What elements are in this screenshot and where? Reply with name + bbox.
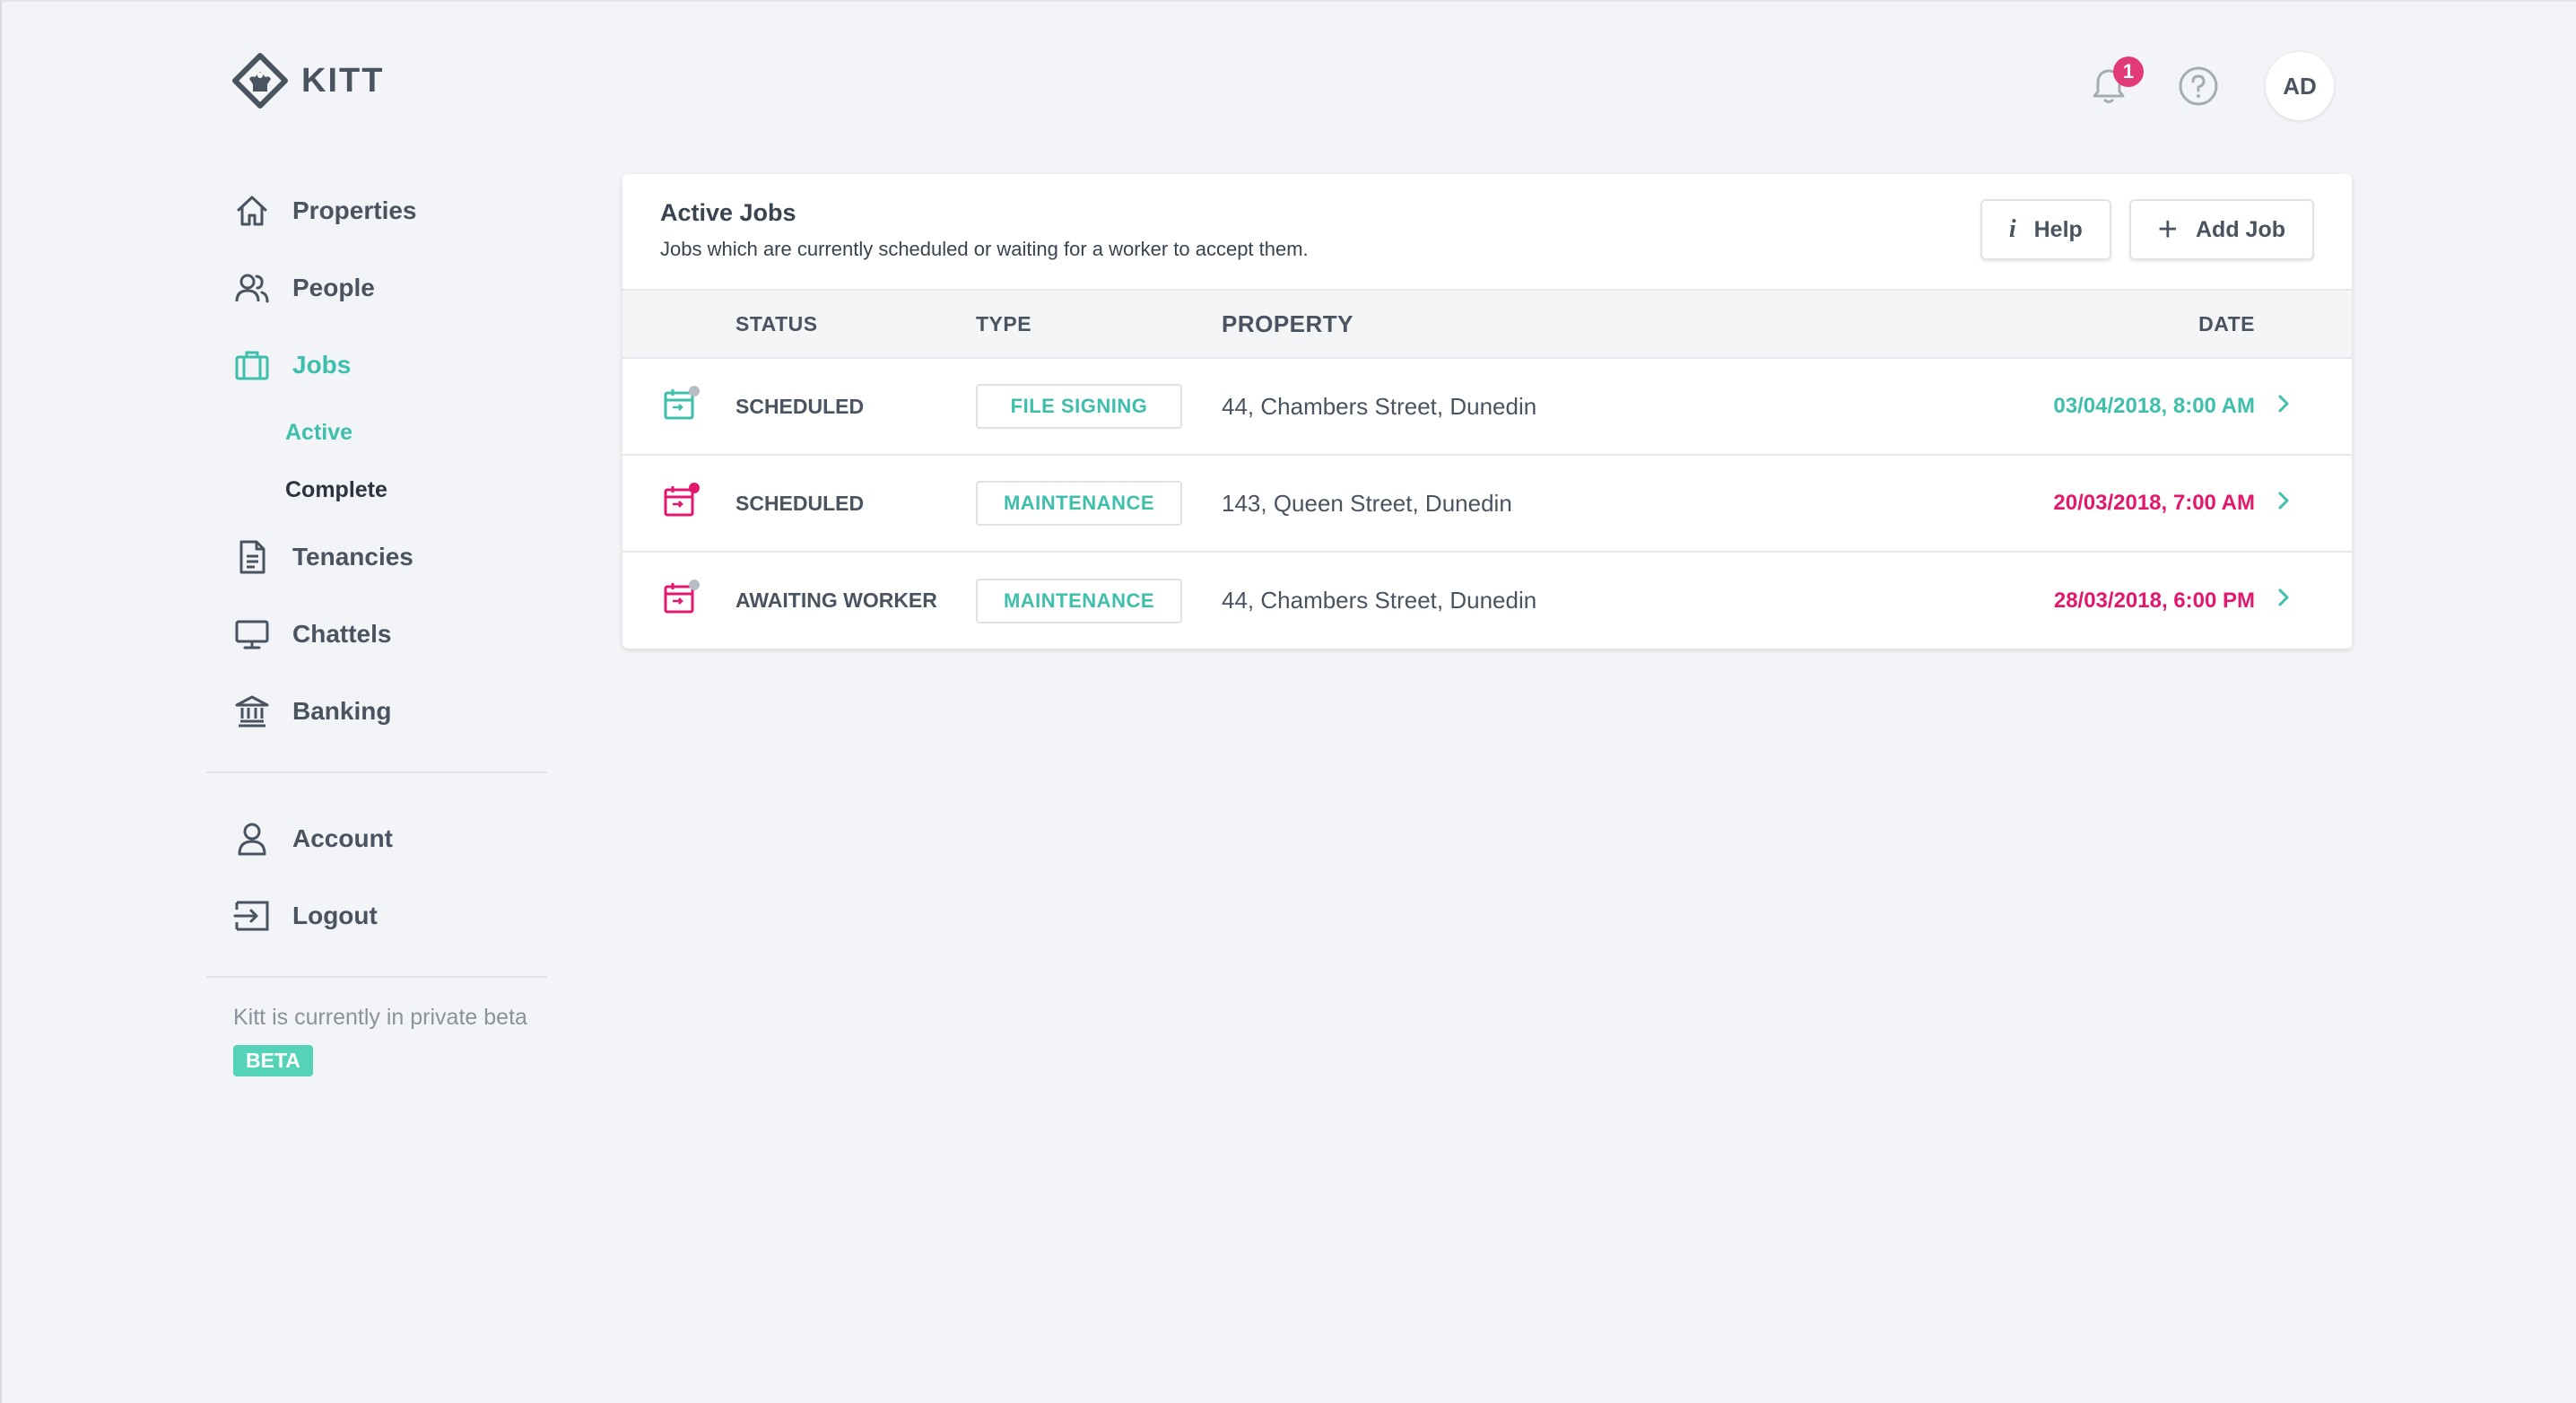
sidebar-item-jobs[interactable]: Jobs	[206, 327, 547, 404]
document-icon	[239, 540, 265, 574]
sidebar-item-label: Logout	[292, 902, 378, 929]
home-icon	[237, 196, 267, 226]
sidebar-item-label: Chattels	[292, 620, 392, 648]
sidebar-divider	[206, 976, 547, 978]
briefcase-icon	[235, 351, 269, 380]
kitt-logo-icon	[232, 53, 288, 109]
job-status: AWAITING WORKER	[735, 588, 937, 612]
calendar-icon	[664, 580, 700, 614]
add-job-button-label: Add Job	[2196, 216, 2285, 242]
bank-icon	[235, 695, 269, 728]
chevron-right-icon[interactable]	[2273, 587, 2294, 608]
help-button[interactable]: i Help	[1980, 199, 2111, 260]
sidebar-item-tenancies[interactable]: Tenancies	[206, 518, 547, 596]
job-property: 44, Chambers Street, Dunedin	[1222, 392, 1537, 420]
sidebar-item-account[interactable]: Account	[206, 800, 547, 877]
calendar-icon	[664, 385, 700, 419]
job-date: 20/03/2018, 7:00 AM	[2053, 491, 2255, 515]
sidebar-item-label: Banking	[292, 697, 392, 725]
logo[interactable]: KITT	[231, 52, 384, 109]
active-jobs-card: Active Jobs Jobs which are currently sch…	[622, 174, 2352, 649]
card-actions: i Help + Add Job	[1980, 199, 2314, 260]
chevron-right-icon[interactable]	[2273, 490, 2294, 511]
people-icon	[235, 274, 269, 303]
plus-icon: +	[2157, 211, 2178, 248]
table-row[interactable]: AWAITING WORKER MAINTENANCE 44, Chambers…	[622, 552, 2352, 649]
sidebar-item-properties[interactable]: Properties	[206, 172, 547, 249]
user-avatar[interactable]: AD	[2266, 52, 2334, 120]
header-date: DATE	[2198, 311, 2255, 336]
header-status: STATUS	[735, 311, 818, 336]
sidebar-subitem-active[interactable]: Active	[206, 404, 547, 461]
job-status: SCHEDULED	[735, 491, 865, 515]
top-bar-actions: 1 AD	[2086, 52, 2334, 120]
add-job-button[interactable]: + Add Job	[2128, 199, 2314, 260]
notification-badge: 1	[2113, 57, 2144, 87]
app-name: KITT	[301, 61, 385, 100]
logout-icon	[233, 901, 269, 931]
table-row[interactable]: SCHEDULED FILE SIGNING 44, Chambers Stre…	[622, 358, 2352, 455]
help-circle-icon[interactable]	[2178, 65, 2219, 107]
sidebar-item-people[interactable]: People	[206, 249, 547, 327]
user-icon	[238, 823, 266, 856]
chevron-right-icon[interactable]	[2273, 393, 2294, 414]
header-icon-col	[622, 290, 735, 358]
job-type-tag: MAINTENANCE	[976, 481, 1182, 526]
help-button-label: Help	[2033, 216, 2083, 242]
sidebar-subitem-complete[interactable]: Complete	[206, 461, 547, 518]
job-date: 28/03/2018, 6:00 PM	[2053, 588, 2255, 613]
table-header-row: STATUS TYPE PROPERTY DATE	[622, 290, 2352, 358]
job-status: SCHEDULED	[735, 394, 865, 418]
header-type: TYPE	[976, 311, 1032, 336]
sidebar-item-banking[interactable]: Banking	[206, 673, 547, 750]
app-window: KITT 1 AD Properties People Jobs Active …	[0, 0, 2576, 1403]
sidebar-item-label: People	[292, 274, 375, 301]
monitor-icon	[235, 620, 269, 649]
job-property: 143, Queen Street, Dunedin	[1222, 489, 1512, 517]
sidebar-item-label: Properties	[292, 196, 417, 224]
calendar-icon	[664, 482, 700, 516]
sidebar-item-chattels[interactable]: Chattels	[206, 596, 547, 673]
job-type-tag: MAINTENANCE	[976, 578, 1182, 623]
beta-notice: Kitt is currently in private beta	[233, 1005, 527, 1030]
sidebar: Properties People Jobs Active Complete T…	[206, 172, 547, 1076]
header-arrow-col	[2273, 290, 2352, 358]
sidebar-item-label: Jobs	[292, 351, 352, 379]
beta-badge: BETA	[233, 1045, 313, 1076]
notifications-button[interactable]: 1	[2086, 57, 2144, 109]
job-type-tag: FILE SIGNING	[976, 384, 1182, 429]
sidebar-item-logout[interactable]: Logout	[206, 877, 547, 954]
job-property: 44, Chambers Street, Dunedin	[1222, 587, 1537, 614]
sidebar-item-label: Tenancies	[292, 543, 413, 571]
jobs-table: STATUS TYPE PROPERTY DATE SCHEDULED FILE…	[622, 289, 2352, 649]
info-icon: i	[2008, 215, 2016, 243]
sidebar-item-label: Account	[292, 824, 393, 852]
header-property: PROPERTY	[1222, 309, 1354, 337]
card-header: Active Jobs Jobs which are currently sch…	[622, 174, 2352, 289]
sidebar-divider	[206, 771, 547, 773]
job-date: 03/04/2018, 8:00 AM	[2053, 394, 2255, 418]
table-row[interactable]: SCHEDULED MAINTENANCE 143, Queen Street,…	[622, 455, 2352, 552]
